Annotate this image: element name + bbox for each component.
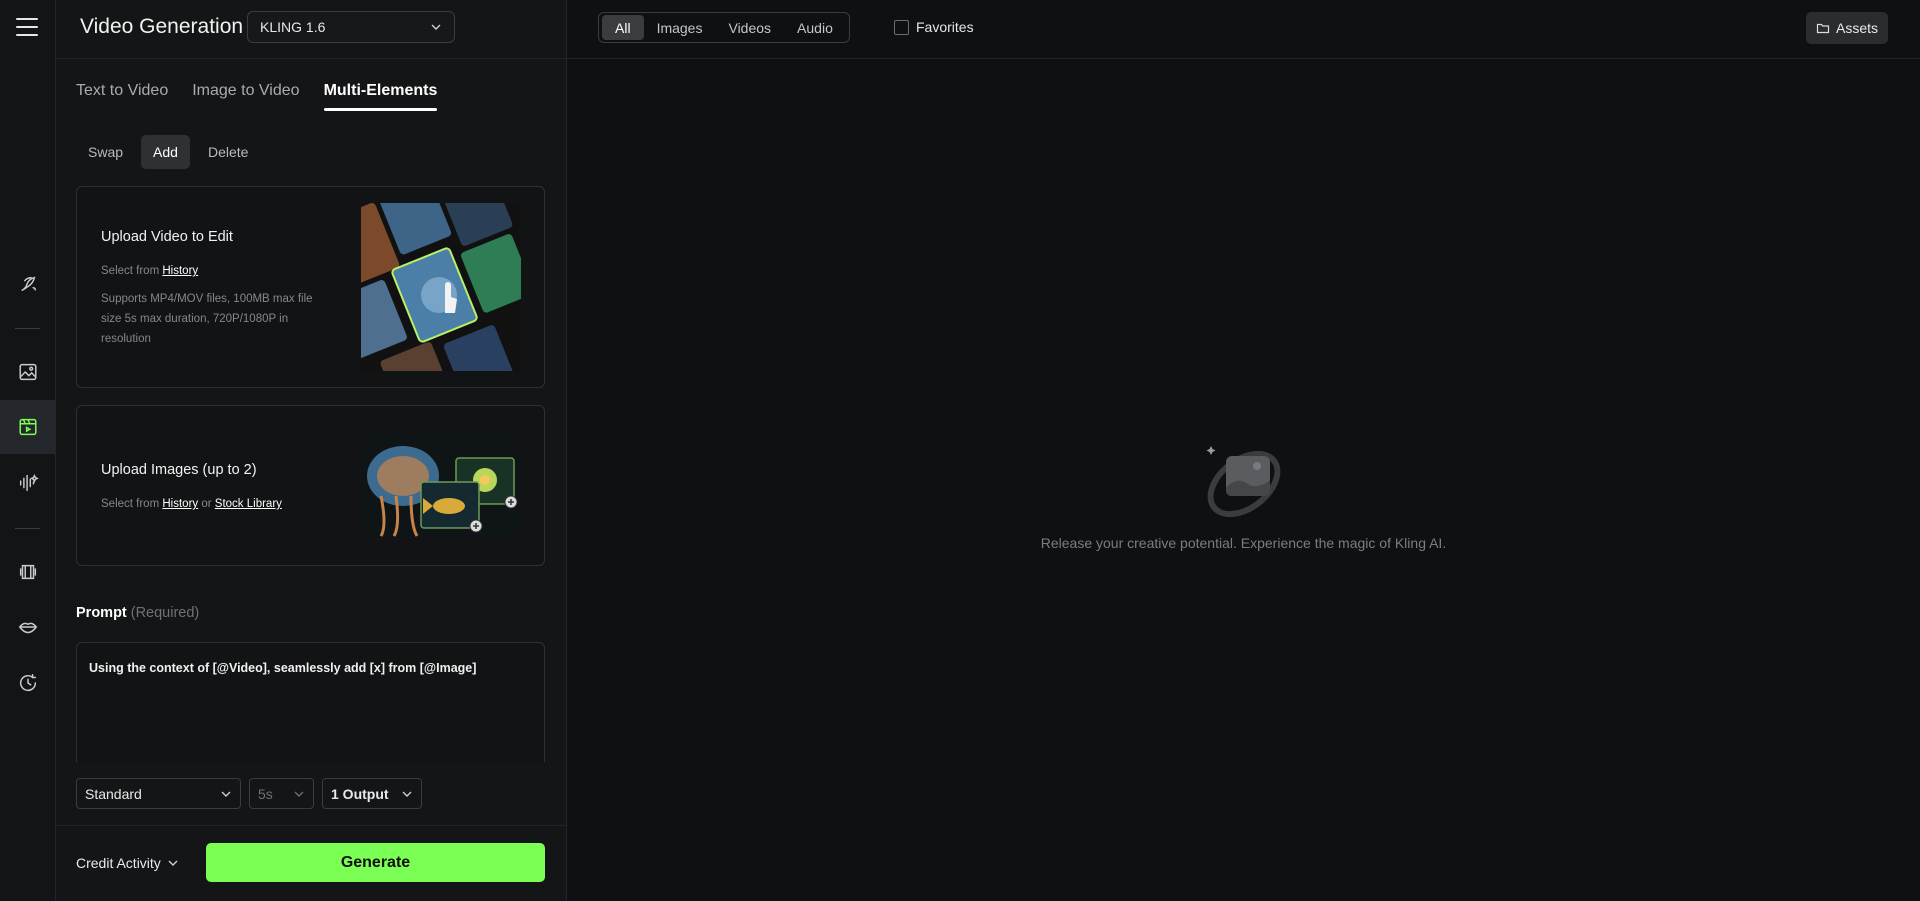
model-select-value: KLING 1.6 [260, 19, 326, 35]
filter-all[interactable]: All [602, 15, 644, 40]
favorites-checkbox[interactable]: Favorites [894, 19, 974, 35]
upload-video-title: Upload Video to Edit [101, 229, 233, 245]
upload-images-card[interactable]: Upload Images (up to 2) Select from Hist… [76, 405, 545, 566]
chevron-down-icon [221, 791, 231, 797]
history-link[interactable]: History [162, 265, 198, 277]
tab-delete[interactable]: Delete [196, 135, 260, 169]
checkbox-icon [894, 19, 909, 35]
folder-icon [1816, 23, 1830, 34]
upload-images-select: Select from History or Stock Library [101, 494, 282, 514]
filter-images[interactable]: Images [644, 15, 716, 40]
edit-action-tabs: Swap Add Delete [76, 135, 260, 169]
or-label: or [201, 498, 212, 510]
avatar-icon[interactable] [0, 545, 55, 599]
chevron-down-icon [431, 24, 441, 30]
history-icon[interactable] [0, 656, 55, 710]
empty-gallery-icon [1206, 446, 1280, 518]
generate-button[interactable]: Generate [206, 843, 545, 882]
empty-state-message: Release your creative potential. Experie… [1040, 535, 1447, 551]
prompt-required: (Required) [130, 605, 200, 621]
filter-videos[interactable]: Videos [715, 15, 784, 40]
duration-select[interactable]: 5s [249, 778, 314, 809]
rail-divider [15, 328, 40, 329]
outputs-select-value: 1 Output [331, 785, 389, 802]
empty-state: Release your creative potential. Experie… [567, 438, 1920, 551]
quality-select[interactable]: Standard [76, 778, 241, 809]
credit-activity-dropdown[interactable]: Credit Activity [76, 855, 179, 871]
rail-divider [15, 528, 40, 529]
favorites-label: Favorites [916, 19, 974, 35]
upload-video-note: Supports MP4/MOV files, 100MB max file s… [101, 293, 313, 345]
results-toolbar: All Images Videos Audio Favorites Assets [567, 0, 1920, 59]
lips-icon[interactable] [0, 600, 55, 654]
upload-video-select: Select from History [101, 261, 198, 281]
select-from-label: Select from [101, 265, 160, 277]
menu-icon[interactable] [16, 18, 38, 38]
duration-select-value: 5s [258, 785, 273, 802]
tab-multi-elements[interactable]: Multi-Elements [323, 82, 437, 111]
tab-add[interactable]: Add [141, 135, 190, 169]
video-preview-image [361, 203, 521, 371]
page-title: Video Generation [80, 15, 244, 38]
media-filter: All Images Videos Audio [598, 12, 850, 43]
upload-images-title: Upload Images (up to 2) [101, 462, 257, 478]
icon-rail [0, 0, 56, 901]
tab-image-to-video[interactable]: Image to Video [192, 82, 299, 108]
tab-swap[interactable]: Swap [76, 135, 135, 169]
select-from-label: Select from [101, 498, 160, 510]
magic-icon[interactable] [0, 257, 55, 311]
video-icon[interactable] [0, 400, 55, 454]
prompt-input[interactable]: Using the context of [@Video], seamlessl… [76, 642, 545, 762]
audio-icon[interactable] [0, 456, 55, 510]
assets-button[interactable]: Assets [1805, 12, 1888, 44]
tab-text-to-video[interactable]: Text to Video [76, 82, 168, 108]
model-select[interactable]: KLING 1.6 [247, 11, 455, 43]
credit-activity-label: Credit Activity [76, 855, 161, 871]
chevron-down-icon [402, 791, 412, 797]
assets-label: Assets [1835, 20, 1878, 36]
quality-select-value: Standard [85, 785, 142, 802]
mode-tabs: Text to Video Image to Video Multi-Eleme… [76, 82, 461, 111]
prompt-title: Prompt [76, 605, 127, 621]
outputs-select[interactable]: 1 Output [322, 778, 422, 809]
generation-options: Standard 5s 1 Output [76, 778, 422, 809]
images-preview-image [361, 436, 521, 537]
history-link[interactable]: History [162, 498, 198, 510]
generation-panel: Video Generation KLING 1.6 Text to Video… [56, 0, 567, 901]
prompt-label: Prompt (Required) [76, 605, 199, 621]
panel-footer: Credit Activity Generate [56, 825, 566, 901]
image-icon[interactable] [0, 345, 55, 399]
results-area: All Images Videos Audio Favorites Assets… [567, 0, 1920, 901]
upload-video-card[interactable]: Upload Video to Edit Select from History… [76, 186, 545, 388]
chevron-down-icon [168, 860, 178, 866]
panel-header: Video Generation KLING 1.6 [56, 0, 566, 59]
stock-library-link[interactable]: Stock Library [215, 498, 282, 510]
chevron-down-icon [294, 791, 304, 797]
filter-audio[interactable]: Audio [784, 15, 846, 40]
